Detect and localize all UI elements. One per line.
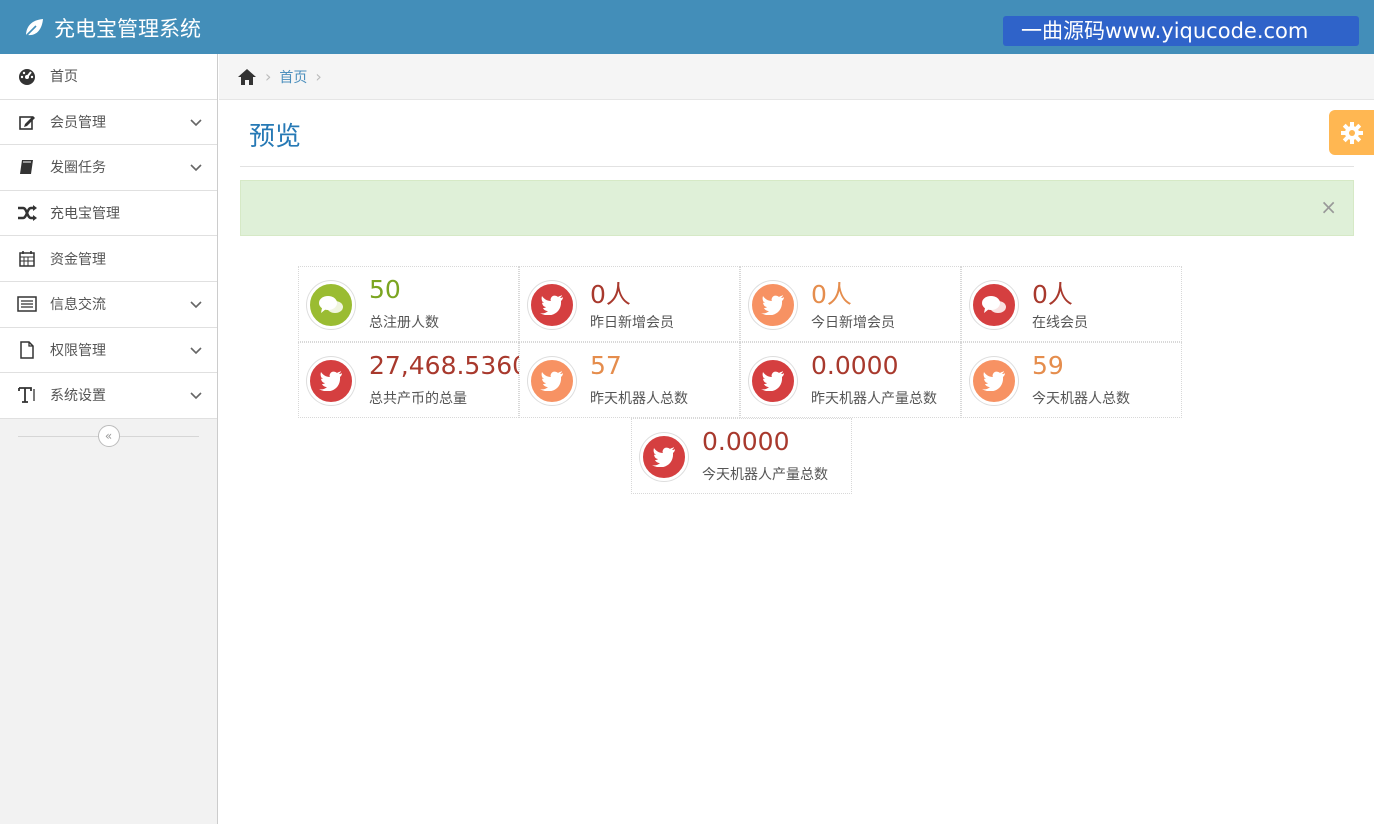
- calendar-icon: [16, 248, 38, 270]
- chevron-down-icon: [190, 164, 202, 172]
- file-icon: [16, 339, 38, 361]
- success-alert: ×: [240, 180, 1354, 236]
- text-height-icon: [16, 384, 38, 406]
- stat-box-yesterday-robot-output: 0.0000 昨天机器人产量总数: [740, 342, 961, 418]
- sidebar-item-label: 权限管理: [50, 342, 106, 359]
- comments-icon: [970, 281, 1018, 329]
- twitter-icon: [749, 357, 797, 405]
- pencil-square-icon: [16, 111, 38, 133]
- sidebar-item-members[interactable]: 会员管理: [0, 99, 217, 146]
- stat-value: 57: [590, 351, 622, 380]
- stat-label: 昨天机器人总数: [590, 391, 688, 407]
- sidebar-item-settings[interactable]: 系统设置: [0, 373, 217, 419]
- sidebar-item-home[interactable]: 首页: [0, 54, 217, 100]
- stat-label: 今日新增会员: [811, 315, 895, 331]
- twitter-icon: [749, 281, 797, 329]
- app-title: 充电宝管理系统: [54, 17, 201, 41]
- stat-label: 总注册人数: [369, 315, 439, 331]
- stat-label: 总共产币的总量: [369, 391, 467, 407]
- stat-box-yesterday-robots: 57 昨天机器人总数: [519, 342, 740, 418]
- breadcrumb-separator: ›: [265, 67, 272, 86]
- twitter-icon: [528, 281, 576, 329]
- stat-value: 50: [369, 275, 401, 304]
- brand[interactable]: 充电宝管理系统: [22, 13, 201, 43]
- gear-icon: [1340, 121, 1363, 144]
- stat-box-total-coins: 27,468.5360 总共产币的总量: [298, 342, 528, 418]
- stat-box-yesterday-new: 0人 昨日新增会员: [519, 266, 740, 342]
- sidebar-item-finance[interactable]: 资金管理: [0, 236, 217, 282]
- stat-value: 0人: [590, 280, 631, 309]
- breadcrumb-separator: ›: [315, 67, 322, 86]
- sidebar-item-powerbank[interactable]: 充电宝管理: [0, 190, 217, 237]
- sidebar-item-label: 会员管理: [50, 114, 106, 131]
- twitter-icon: [528, 357, 576, 405]
- stat-value: 27,468.5360: [369, 351, 529, 380]
- stat-value: 0.0000: [702, 427, 790, 456]
- random-icon: [16, 202, 38, 224]
- watermark-banner: 一曲源码www.yiqucode.com: [1003, 16, 1359, 46]
- sidebar-item-label: 充电宝管理: [50, 206, 120, 223]
- stat-box-today-new: 0人 今日新增会员: [740, 266, 961, 342]
- breadcrumb: › 首页 ›: [219, 54, 1374, 100]
- title-divider: [240, 166, 1354, 167]
- stat-value: 0人: [1032, 280, 1073, 309]
- chevron-down-icon: [190, 119, 202, 126]
- stat-value: 0.0000: [811, 351, 899, 380]
- sidebar: 首页 会员管理 发圈任务 充电宝管理 资金管理 信息交流 权限管理 系统设置 «: [0, 54, 218, 824]
- dashboard-icon: [16, 65, 38, 87]
- stat-label: 昨天机器人产量总数: [811, 391, 937, 407]
- book-icon: [16, 156, 38, 178]
- breadcrumb-item-home[interactable]: 首页: [279, 67, 307, 87]
- chevron-down-icon: [190, 346, 202, 354]
- stat-box-online: 0人 在线会员: [961, 266, 1182, 342]
- stat-box-total-registered: 50 总注册人数: [298, 266, 519, 342]
- twitter-icon: [307, 357, 355, 405]
- top-navbar: 充电宝管理系统 一曲源码www.yiqucode.com: [0, 0, 1374, 54]
- stat-box-today-robot-output: 0.0000 今天机器人产量总数: [631, 418, 852, 494]
- stat-value: 0人: [811, 280, 852, 309]
- sidebar-item-label: 系统设置: [50, 388, 106, 405]
- sidebar-item-label: 信息交流: [50, 297, 106, 314]
- leaf-icon: [25, 19, 43, 37]
- stat-label: 昨日新增会员: [590, 315, 674, 331]
- sidebar-item-label: 首页: [50, 69, 78, 86]
- list-alt-icon: [16, 293, 38, 315]
- stat-label: 今天机器人产量总数: [702, 467, 828, 483]
- comments-icon: [307, 281, 355, 329]
- chevron-down-icon: [190, 301, 202, 309]
- sidebar-item-label: 发圈任务: [50, 160, 106, 177]
- chevron-down-icon: [190, 392, 202, 400]
- sidebar-item-label: 资金管理: [50, 251, 106, 268]
- stat-box-today-robots: 59 今天机器人总数: [961, 342, 1182, 418]
- home-icon[interactable]: [237, 68, 257, 86]
- sidebar-collapse-button[interactable]: «: [97, 424, 120, 447]
- sidebar-collapse-bar: «: [0, 419, 217, 453]
- alert-close-button[interactable]: ×: [1320, 195, 1337, 219]
- stat-value: 59: [1032, 351, 1064, 380]
- stat-label: 今天机器人总数: [1032, 391, 1130, 407]
- page-title: 预览: [249, 122, 302, 152]
- stat-label: 在线会员: [1032, 315, 1088, 331]
- sidebar-item-tasks[interactable]: 发圈任务: [0, 145, 217, 191]
- ace-settings-button[interactable]: [1329, 110, 1374, 155]
- twitter-icon: [970, 357, 1018, 405]
- sidebar-item-messages[interactable]: 信息交流: [0, 281, 217, 328]
- sidebar-item-permissions[interactable]: 权限管理: [0, 327, 217, 374]
- twitter-icon: [640, 433, 688, 481]
